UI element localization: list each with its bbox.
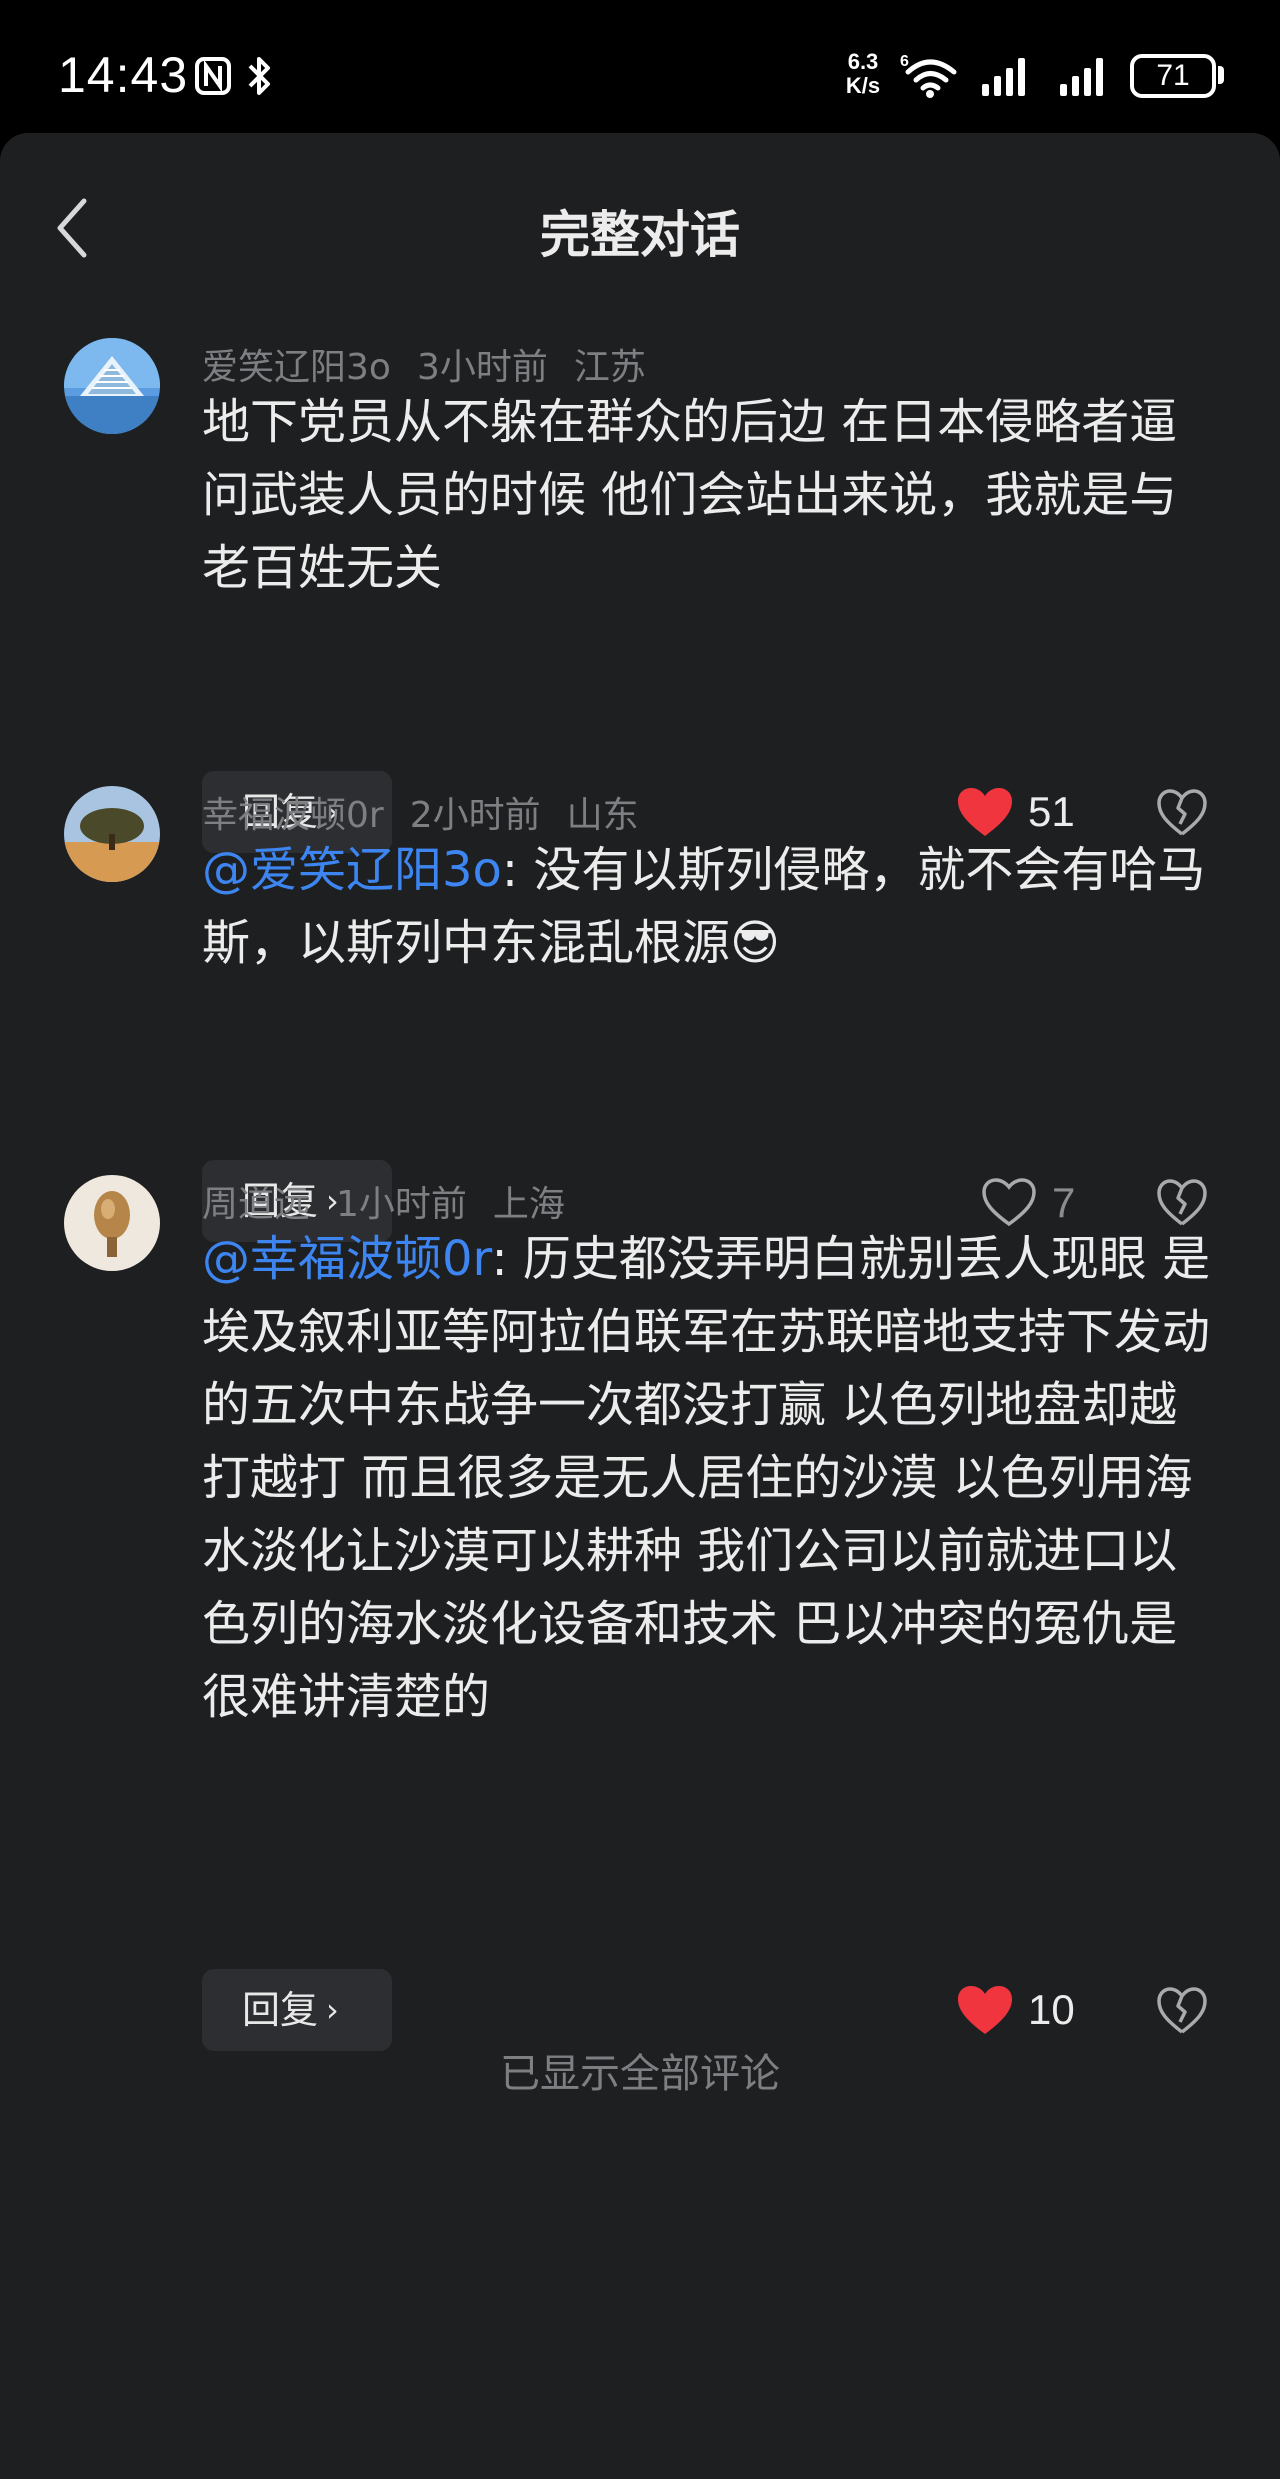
comment-location: 山东 [566, 795, 639, 836]
comment-body: : 历史都没弄明白就别丢人现眼 是埃及叙利亚等阿拉伯联军在苏联暗地支持下发动的五… [202, 1231, 1211, 1725]
author-name[interactable]: 爱笑辽阳3o [202, 347, 391, 388]
comment-body: 地下党员从不躲在群众的后边 在日本侵略者逼问武装人员的时候 他们会站出来说，我就… [202, 394, 1178, 596]
comment-item: 爱笑辽阳3o 3小时前 江苏 地下党员从不躲在群众的后边 在日本侵略者逼问武装人员的… [0, 338, 1280, 858]
comment-meta: 爱笑辽阳3o 3小时前 江苏 [202, 338, 672, 390]
signal-icon-sim2 [1060, 58, 1103, 96]
broken-heart-icon[interactable] [1156, 1986, 1208, 2036]
comment-time: 3小时前 [416, 347, 548, 388]
mention-link[interactable]: @爱笑辽阳3o [202, 842, 502, 898]
comment-time: 2小时前 [409, 795, 541, 836]
conversation-sheet: 完整对话 爱笑辽阳3o 3小时前 江苏 地下党员从不躲在群众的后边 在日本侵略者逼问… [0, 133, 1280, 2479]
comment-item: 周道远 1小时前 上海 @幸福波顿0r: 历史都没弄明白就别丢人现眼 是埃及叙利亚等… [0, 1175, 1280, 2051]
comment-text: @爱笑辽阳3o: 没有以斯列侵略，就不会有哈马斯，以斯列中东混乱根源😎 [202, 834, 1212, 980]
avatar[interactable] [64, 786, 160, 882]
avatar-tree-image [64, 786, 160, 882]
status-time: 14:43 [58, 47, 189, 103]
avatar[interactable] [64, 1175, 160, 1271]
comment-location: 江苏 [573, 347, 646, 388]
comment-text: 地下党员从不躲在群众的后边 在日本侵略者逼问武装人员的时候 他们会站出来说，我就… [202, 386, 1212, 605]
chevron-right-icon: › [326, 1991, 339, 2029]
comment-meta: 周道远 1小时前 上海 [202, 1175, 591, 1227]
comment-text: @幸福波顿0r: 历史都没弄明白就别丢人现眼 是埃及叙利亚等阿拉伯联军在苏联暗地… [202, 1223, 1212, 1734]
battery-level: 71 [1156, 59, 1190, 92]
heart-filled-icon[interactable] [956, 1984, 1014, 2036]
all-comments-shown-label: 已显示全部评论 [500, 2051, 780, 2097]
svg-text:6: 6 [900, 53, 909, 70]
comment-location: 上海 [492, 1184, 565, 1225]
author-name[interactable]: 幸福波顿0r [202, 795, 384, 836]
bluetooth-icon [248, 57, 270, 95]
signal-icon-sim1 [982, 58, 1025, 96]
reply-button[interactable]: 回复 › [202, 1969, 392, 2051]
battery-icon: 71 [1130, 54, 1216, 98]
author-name[interactable]: 周道远 [202, 1184, 310, 1225]
like-count: 10 [1028, 1986, 1075, 2033]
mention-link[interactable]: @幸福波顿0r [202, 1231, 491, 1287]
network-speed: 6.3 K/s [845, 49, 881, 98]
battery-nub [1218, 66, 1224, 84]
avatar-building-image [64, 338, 160, 434]
comment-meta: 幸福波顿0r 2小时前 山东 [202, 786, 665, 838]
page-title: 完整对话 [540, 206, 740, 264]
avatar-figure-image [64, 1175, 160, 1271]
nfc-icon [195, 57, 231, 95]
status-bar: 14:43 6.3 K/s 6 71 [0, 0, 1280, 135]
avatar[interactable] [64, 338, 160, 434]
comment-time: 1小时前 [336, 1184, 467, 1225]
wifi-icon: 6 [900, 53, 957, 98]
